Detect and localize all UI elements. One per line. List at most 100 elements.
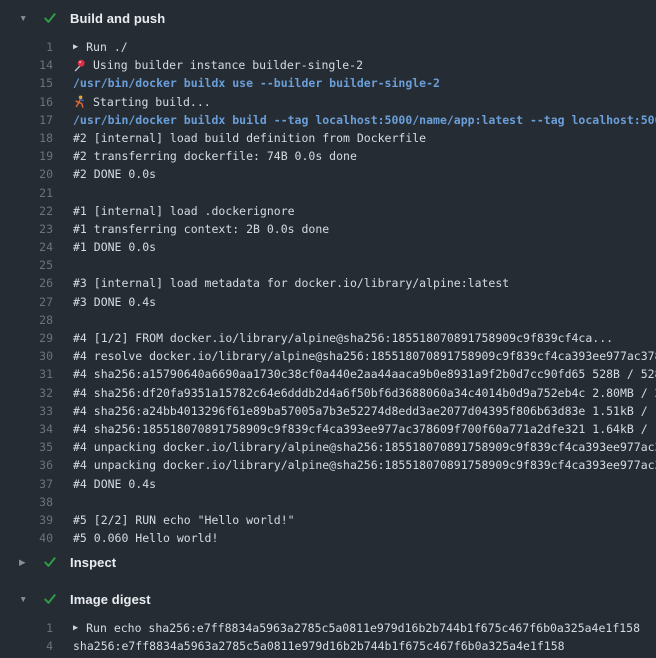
- section-body-image-digest: 1 ▶ Run echo sha256:e7ff8834a5963a2785c5a0…: [0, 614, 656, 655]
- line-number[interactable]: 38: [0, 493, 53, 511]
- log-line: 31 #4 sha256:a15790640a6690aa1730c38cf0a4…: [0, 365, 656, 383]
- chevron-down-icon[interactable]: ▼: [19, 595, 43, 604]
- runner-icon: [73, 95, 86, 108]
- log-line-text: #2 DONE 0.0s: [73, 165, 656, 183]
- log-line: 23#1 transferring context: 2B 0.0s done: [0, 220, 656, 238]
- log-line-text: #4 sha256:a15790640a6690aa1730c38cf0a440…: [73, 365, 656, 383]
- log-text: #1 [internal] load .dockerignore: [73, 202, 295, 220]
- log-line: 36#4 unpacking docker.io/library/alpine@…: [0, 456, 656, 474]
- section-title: Build and push: [70, 11, 165, 26]
- log-line-text: #2 [internal] load build definition from…: [73, 129, 656, 147]
- log-text: #4 sha256:a15790640a6690aa1730c38cf0a440…: [73, 365, 656, 383]
- log-line-text: #2 transferring dockerfile: 74B 0.0s don…: [73, 147, 656, 165]
- log-line-text: /usr/bin/docker buildx build --tag local…: [73, 111, 656, 129]
- log-text: /usr/bin/docker buildx use --builder bui…: [73, 74, 440, 92]
- log-line: 17/usr/bin/docker buildx build --tag loc…: [0, 111, 656, 129]
- log-line: 24 #1 DONE 0.0s: [0, 238, 656, 256]
- log-text: #4 unpacking docker.io/library/alpine@sh…: [73, 438, 656, 456]
- line-number[interactable]: 4: [0, 637, 53, 655]
- line-number[interactable]: 24: [0, 238, 53, 256]
- line-number[interactable]: 18: [0, 129, 53, 147]
- check-icon: [43, 12, 70, 24]
- line-number[interactable]: 30: [0, 347, 53, 365]
- line-number[interactable]: 15: [0, 74, 53, 92]
- log-line: 37#4 DONE 0.4s: [0, 475, 656, 493]
- check-icon: [43, 593, 70, 605]
- line-number[interactable]: 36: [0, 456, 53, 474]
- log-line-text: [73, 311, 656, 329]
- log-line: 28: [0, 311, 656, 329]
- line-number[interactable]: 20: [0, 165, 53, 183]
- log-line: 18 #2 [internal] load build definition fr…: [0, 129, 656, 147]
- log-line-text: #3 [internal] load metadata for docker.i…: [73, 274, 656, 292]
- check-icon: [43, 556, 70, 568]
- line-number[interactable]: 1: [0, 38, 53, 56]
- line-number[interactable]: 17: [0, 111, 53, 129]
- pushpin-icon: [73, 59, 86, 72]
- log-line: 19 #2 transferring dockerfile: 74B 0.0s d…: [0, 147, 656, 165]
- section-title: Inspect: [70, 555, 116, 570]
- line-number[interactable]: 31: [0, 365, 53, 383]
- log-text: #4 [1/2] FROM docker.io/library/alpine@s…: [73, 329, 613, 347]
- log-text: #4 resolve docker.io/library/alpine@sha2…: [73, 347, 656, 365]
- line-number[interactable]: 39: [0, 511, 53, 529]
- play-icon[interactable]: ▶: [73, 624, 78, 633]
- log-section-build-and-push: ▼Build and push1▶Run ./14Using builder i…: [0, 3, 656, 547]
- log-text: #2 transferring dockerfile: 74B 0.0s don…: [73, 147, 357, 165]
- line-number[interactable]: 40: [0, 529, 53, 547]
- section-header-inspect[interactable]: ▶ Inspect: [0, 547, 656, 577]
- line-number[interactable]: 22: [0, 202, 53, 220]
- log-line: 4sha256:e7ff8834a5963a2785c5a0811e979d16…: [0, 637, 656, 655]
- log-line-text: ▶ Run echo sha256:e7ff8834a5963a2785c5a08…: [73, 619, 656, 637]
- chevron-down-icon[interactable]: ▼: [19, 14, 43, 23]
- line-number[interactable]: 29: [0, 329, 53, 347]
- log-line: 32 #4 sha256:df20fa9351a15782c64e6dddb2d4…: [0, 384, 656, 402]
- line-number[interactable]: 21: [0, 184, 53, 202]
- line-number[interactable]: 16: [0, 93, 53, 111]
- log-line-text: [73, 493, 656, 511]
- log-line: 38: [0, 493, 656, 511]
- line-number[interactable]: 27: [0, 293, 53, 311]
- log-line: 27 #3 DONE 0.4s: [0, 293, 656, 311]
- log-line-text: Starting build...: [73, 93, 656, 111]
- line-number[interactable]: 26: [0, 274, 53, 292]
- line-number[interactable]: 19: [0, 147, 53, 165]
- log-line: 34 #4 sha256:185518070891758909c9f839cf4c…: [0, 420, 656, 438]
- log-line: 25: [0, 256, 656, 274]
- play-icon[interactable]: ▶: [73, 43, 78, 52]
- line-number[interactable]: 37: [0, 475, 53, 493]
- section-header-image-digest[interactable]: ▼ Image digest: [0, 584, 656, 614]
- log-text: Run ./: [86, 38, 128, 56]
- log-line-text: #4 sha256:185518070891758909c9f839cf4ca3…: [73, 420, 656, 438]
- log-text: #3 DONE 0.4s: [73, 293, 156, 311]
- line-number[interactable]: 32: [0, 384, 53, 402]
- log-text: #1 DONE 0.0s: [73, 238, 156, 256]
- section-header-build-and-push[interactable]: ▼ Build and push: [0, 3, 656, 33]
- log-line-text: #4 resolve docker.io/library/alpine@sha2…: [73, 347, 656, 365]
- chevron-right-icon[interactable]: ▶: [19, 558, 43, 567]
- line-number[interactable]: 1: [0, 619, 53, 637]
- log-line: 1 ▶ Run ./: [0, 38, 656, 56]
- log-line-text: #4 unpacking docker.io/library/alpine@sh…: [73, 438, 656, 456]
- actions-log-viewer: ▼Build and push1▶Run ./14Using builder i…: [0, 0, 656, 658]
- log-line: 40#5 0.060 Hello world!: [0, 529, 656, 547]
- log-line-text: #4 sha256:df20fa9351a15782c64e6dddb2d4a6…: [73, 384, 656, 402]
- log-text: Run echo sha256:e7ff8834a5963a2785c5a081…: [86, 619, 640, 637]
- log-line-text: #4 sha256:a24bb4013296f61e89ba57005a7b3e…: [73, 402, 656, 420]
- log-line: 26 #3 [internal] load metadata for docker…: [0, 274, 656, 292]
- log-line: 22 #1 [internal] load .dockerignore: [0, 202, 656, 220]
- log-line: 29 #4 [1/2] FROM docker.io/library/alpine…: [0, 329, 656, 347]
- line-number[interactable]: 35: [0, 438, 53, 456]
- line-number[interactable]: 25: [0, 256, 53, 274]
- log-text: #4 sha256:a24bb4013296f61e89ba57005a7b3e…: [73, 402, 656, 420]
- section-title: Image digest: [70, 592, 151, 607]
- log-text: #4 sha256:df20fa9351a15782c64e6dddb2d4a6…: [73, 384, 656, 402]
- line-number[interactable]: 23: [0, 220, 53, 238]
- log-line: 30 #4 resolve docker.io/library/alpine@sh…: [0, 347, 656, 365]
- line-number[interactable]: 28: [0, 311, 53, 329]
- log-line-text: #1 [internal] load .dockerignore: [73, 202, 656, 220]
- log-line-text: ▶ Run ./: [73, 38, 656, 56]
- line-number[interactable]: 14: [0, 56, 53, 74]
- line-number[interactable]: 33: [0, 402, 53, 420]
- line-number[interactable]: 34: [0, 420, 53, 438]
